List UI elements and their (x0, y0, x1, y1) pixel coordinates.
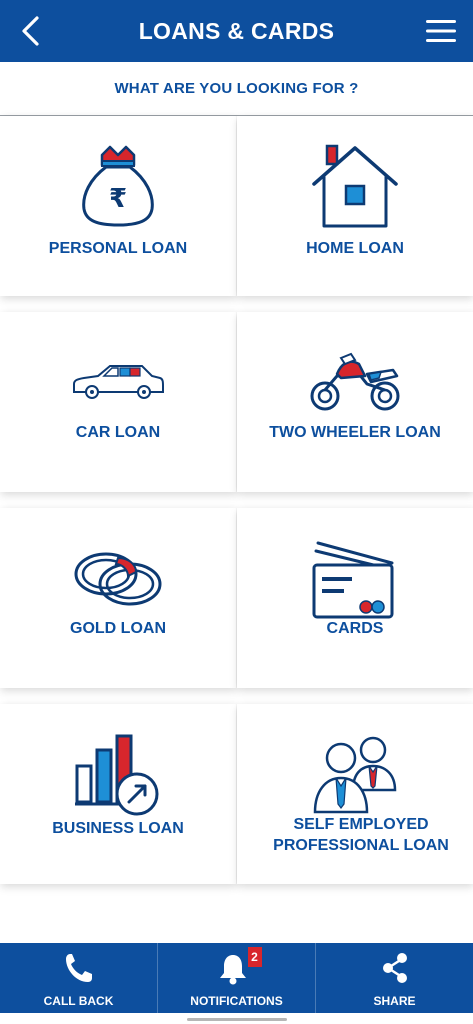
call-back-button[interactable]: CALL BACK (0, 943, 158, 1013)
tile-business-loan[interactable]: BUSINESS LOAN (0, 704, 236, 884)
bar-chart-growth-icon (75, 734, 159, 816)
notifications-count-badge: 2 (247, 947, 262, 967)
credit-card-icon (312, 541, 394, 619)
bell-icon (219, 955, 246, 985)
tile-label: PERSONAL LOAN (48, 240, 188, 257)
rings-icon (74, 552, 162, 606)
notifications-label: NOTIFICATIONS (190, 994, 283, 1008)
home-gesture-pill[interactable] (187, 1018, 287, 1021)
house-icon (312, 144, 398, 228)
section-heading: WHAT ARE YOU LOOKING FOR ? (0, 62, 473, 116)
share-label: SHARE (373, 994, 416, 1008)
tile-label-line1: SELF EMPLOYED (293, 816, 429, 833)
car-icon (73, 365, 164, 399)
tile-cards[interactable]: CARDS (237, 508, 473, 688)
page-title: LOANS & CARDS (138, 17, 335, 44)
notifications-button[interactable]: 2 NOTIFICATIONS (158, 943, 316, 1013)
tile-label: CARDS (326, 620, 384, 637)
tile-label: GOLD LOAN (70, 620, 166, 637)
app-header: LOANS & CARDS (0, 0, 473, 62)
tile-self-employed-professional-loan[interactable]: SELF EMPLOYED PROFESSIONAL LOAN (237, 704, 473, 884)
professionals-icon (313, 736, 397, 814)
share-button[interactable]: SHARE (316, 943, 473, 1013)
bottom-action-bar: CALL BACK 2 NOTIFICATIONS SHARE (0, 943, 473, 1013)
tile-gold-loan[interactable]: GOLD LOAN (0, 508, 236, 688)
call-back-label: CALL BACK (43, 994, 114, 1008)
tile-two-wheeler-loan[interactable]: TWO WHEELER LOAN (237, 312, 473, 492)
tile-home-loan[interactable]: HOME LOAN (237, 116, 473, 296)
tile-label: BUSINESS LOAN (52, 820, 184, 837)
tile-car-loan[interactable]: CAR LOAN (0, 312, 236, 492)
system-nav-bar (0, 1013, 473, 1024)
menu-button[interactable] (421, 11, 461, 51)
tile-label: HOME LOAN (306, 240, 404, 257)
svg-text:₹: ₹ (109, 184, 127, 214)
phone-icon (65, 954, 92, 982)
share-icon (382, 953, 407, 983)
tile-label-line2: PROFESSIONAL LOAN (273, 837, 449, 854)
hamburger-menu-icon (426, 20, 456, 42)
tile-label: CAR LOAN (75, 424, 161, 441)
money-bag-rupee-icon: ₹ (82, 145, 154, 227)
motorcycle-icon (310, 352, 400, 411)
tile-personal-loan[interactable]: ₹ PERSONAL LOAN (0, 116, 236, 296)
tile-label-group: SELF EMPLOYED PROFESSIONAL LOAN (243, 814, 467, 856)
tile-label: TWO WHEELER LOAN (269, 424, 441, 441)
